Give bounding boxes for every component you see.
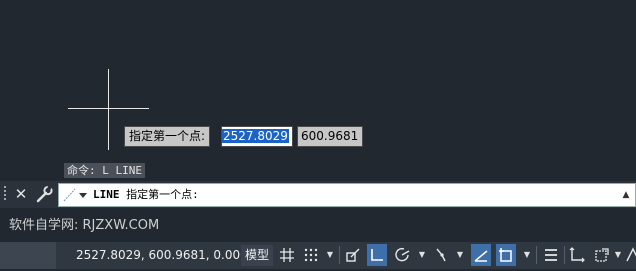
snap-grid-icon[interactable]: [301, 244, 321, 266]
dynamic-prompt-label: 指定第一个点:: [124, 126, 211, 147]
dynamic-input-x-field[interactable]: 2527.8029: [221, 126, 293, 147]
command-prompt-icon[interactable]: [62, 187, 88, 203]
lineweight-icon[interactable]: [541, 244, 561, 266]
infer-constraints-icon[interactable]: [343, 244, 363, 266]
status-separator: [339, 246, 340, 264]
status-separator: [564, 246, 565, 264]
watermark-text: 软件自学网: RJZXW.COM: [9, 218, 160, 233]
status-separator: [536, 246, 537, 264]
object-snap-dropdown-icon[interactable]: ▼: [522, 244, 532, 266]
command-prompt: 指定第一个点:: [126, 188, 199, 201]
cursor-coordinates[interactable]: 2527.8029, 600.9681, 0.0000: [76, 247, 255, 263]
isometric-icon[interactable]: [431, 244, 451, 266]
object-snap-tracking-icon[interactable]: [471, 244, 491, 266]
ortho-mode-icon[interactable]: [367, 244, 387, 266]
annotation-icon[interactable]: [624, 244, 636, 266]
isometric-dropdown-icon[interactable]: ▼: [455, 244, 465, 266]
object-snap-icon[interactable]: [496, 244, 516, 266]
wrench-icon[interactable]: [35, 184, 53, 204]
dynamic-input-y-field[interactable]: 600.9681: [297, 126, 363, 147]
polar-tracking-icon[interactable]: [393, 244, 413, 266]
command-name: LINE: [93, 188, 120, 201]
dynamic-ucs-icon[interactable]: [567, 244, 587, 266]
model-space-button[interactable]: 模型: [241, 245, 273, 266]
close-icon[interactable]: ✕: [13, 184, 29, 204]
drawing-canvas[interactable]: 指定第一个点: 2527.8029 600.9681 命令: L LINE: [0, 0, 636, 181]
x-value-selected: 2527.8029: [222, 129, 289, 143]
grid-icon[interactable]: [277, 244, 297, 266]
history-expand-icon[interactable]: ▲: [620, 188, 632, 202]
selection-cycling-icon[interactable]: [592, 244, 612, 266]
selection-dropdown-icon[interactable]: ▼: [613, 244, 623, 266]
polar-dropdown-icon[interactable]: ▼: [417, 244, 427, 266]
command-line-text: LINE 指定第一个点:: [93, 184, 199, 206]
snap-dropdown-icon[interactable]: ▼: [325, 244, 335, 266]
command-input[interactable]: LINE 指定第一个点: ▲: [58, 183, 636, 207]
drag-grip-icon[interactable]: [3, 186, 7, 202]
status-bar-left-pad: [0, 242, 56, 269]
command-history-line: 命令: L LINE: [64, 163, 145, 178]
crosshair-vertical: [108, 69, 109, 150]
